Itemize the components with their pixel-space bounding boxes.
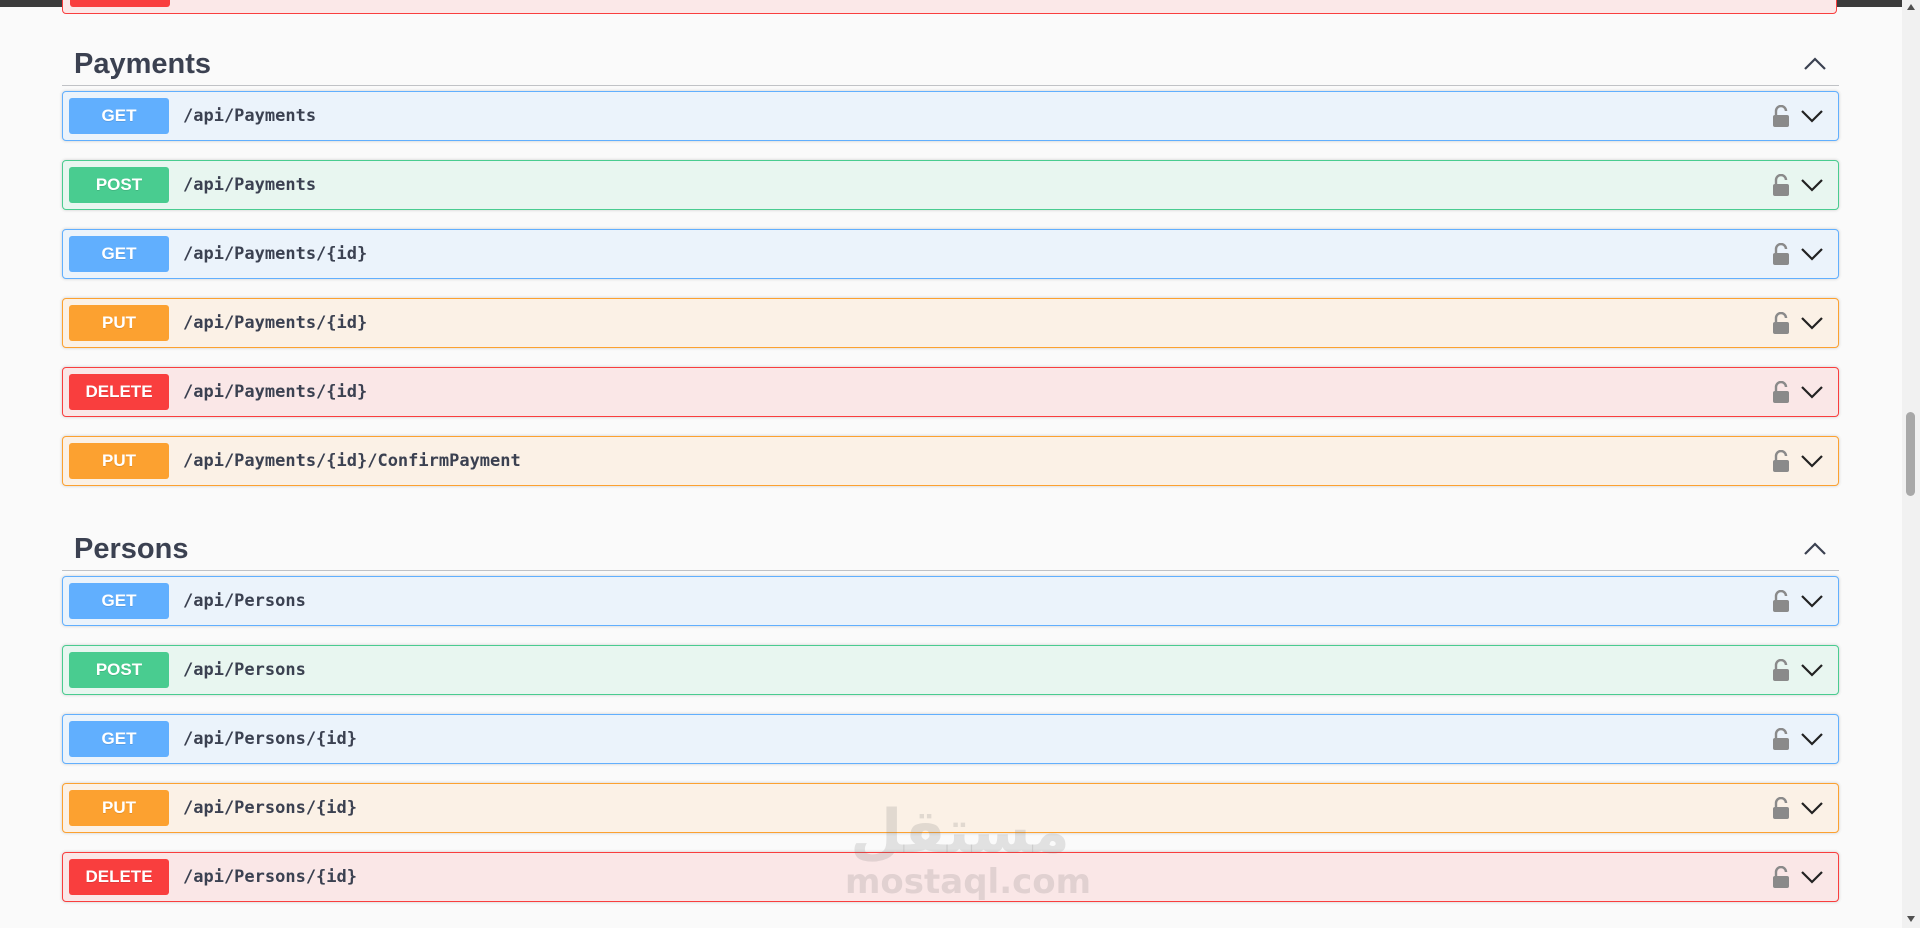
chevron-down-icon[interactable] bbox=[1800, 732, 1824, 746]
operation-path: /api/Persons bbox=[183, 660, 306, 680]
operation-path: /api/Persons/{id} bbox=[183, 867, 357, 887]
section-persons: Persons GET /api/Persons POST /api/Perso… bbox=[62, 528, 1839, 921]
lock-icon[interactable] bbox=[1772, 866, 1790, 888]
section-header-persons[interactable]: Persons bbox=[62, 528, 1839, 571]
section-payments: Payments GET /api/Payments POST /api/Pay… bbox=[62, 43, 1839, 505]
vertical-scrollbar[interactable] bbox=[1902, 0, 1920, 928]
previous-delete-badge-edge bbox=[70, 0, 170, 7]
lock-icon[interactable] bbox=[1772, 312, 1790, 334]
chevron-down-icon[interactable] bbox=[1800, 594, 1824, 608]
operation-row[interactable]: POST /api/Persons bbox=[62, 645, 1839, 695]
operation-row[interactable]: PUT /api/Payments/{id} bbox=[62, 298, 1839, 348]
lock-icon[interactable] bbox=[1772, 450, 1790, 472]
operation-path: /api/Payments bbox=[183, 106, 317, 126]
method-badge: GET bbox=[69, 98, 169, 134]
scroll-up-arrow-icon[interactable] bbox=[1906, 2, 1916, 12]
method-badge: DELETE bbox=[69, 374, 169, 410]
method-badge: DELETE bbox=[69, 859, 169, 895]
operation-row[interactable]: GET /api/Persons bbox=[62, 576, 1839, 626]
method-badge: GET bbox=[69, 721, 169, 757]
chevron-down-icon[interactable] bbox=[1800, 247, 1824, 261]
operation-path: /api/Payments/{id} bbox=[183, 382, 368, 402]
operation-row[interactable]: PUT /api/Payments/{id}/ConfirmPayment bbox=[62, 436, 1839, 486]
section-header-payments[interactable]: Payments bbox=[62, 43, 1839, 86]
lock-icon[interactable] bbox=[1772, 105, 1790, 127]
method-badge: GET bbox=[69, 583, 169, 619]
operation-path: /api/Persons/{id} bbox=[183, 729, 357, 749]
method-badge: PUT bbox=[69, 305, 169, 341]
method-badge: PUT bbox=[69, 790, 169, 826]
operation-path: /api/Payments/{id}/ConfirmPayment bbox=[183, 451, 521, 471]
chevron-down-icon[interactable] bbox=[1800, 316, 1824, 330]
operation-row[interactable]: PUT /api/Persons/{id} bbox=[62, 783, 1839, 833]
operation-path: /api/Payments bbox=[183, 175, 317, 195]
operation-path: /api/Payments/{id} bbox=[183, 313, 368, 333]
chevron-down-icon[interactable] bbox=[1800, 385, 1824, 399]
chevron-down-icon[interactable] bbox=[1800, 870, 1824, 884]
section-title: Persons bbox=[74, 532, 189, 565]
operation-row[interactable]: DELETE /api/Persons/{id} bbox=[62, 852, 1839, 902]
lock-icon[interactable] bbox=[1772, 659, 1790, 681]
section-title: Payments bbox=[74, 47, 212, 80]
chevron-down-icon[interactable] bbox=[1800, 178, 1824, 192]
method-badge: POST bbox=[69, 167, 169, 203]
chevron-down-icon[interactable] bbox=[1800, 801, 1824, 815]
lock-icon[interactable] bbox=[1772, 728, 1790, 750]
operation-row[interactable]: POST /api/Payments bbox=[62, 160, 1839, 210]
operation-row[interactable]: GET /api/Payments/{id} bbox=[62, 229, 1839, 279]
method-badge: POST bbox=[69, 652, 169, 688]
lock-icon[interactable] bbox=[1772, 174, 1790, 196]
chevron-down-icon[interactable] bbox=[1800, 109, 1824, 123]
scrollbar-thumb[interactable] bbox=[1906, 412, 1915, 496]
chevron-up-icon[interactable] bbox=[1803, 537, 1827, 561]
previous-operation-edge[interactable] bbox=[62, 0, 1837, 14]
operation-path: /api/Persons/{id} bbox=[183, 798, 357, 818]
scroll-down-arrow-icon[interactable] bbox=[1906, 914, 1916, 924]
chevron-up-icon[interactable] bbox=[1803, 52, 1827, 76]
lock-icon[interactable] bbox=[1772, 243, 1790, 265]
operation-path: /api/Payments/{id} bbox=[183, 244, 368, 264]
operation-row[interactable]: GET /api/Persons/{id} bbox=[62, 714, 1839, 764]
operation-path: /api/Persons bbox=[183, 591, 306, 611]
method-badge: PUT bbox=[69, 443, 169, 479]
lock-icon[interactable] bbox=[1772, 797, 1790, 819]
operation-row[interactable]: DELETE /api/Payments/{id} bbox=[62, 367, 1839, 417]
chevron-down-icon[interactable] bbox=[1800, 454, 1824, 468]
operation-row[interactable]: GET /api/Payments bbox=[62, 91, 1839, 141]
lock-icon[interactable] bbox=[1772, 381, 1790, 403]
chevron-down-icon[interactable] bbox=[1800, 663, 1824, 677]
lock-icon[interactable] bbox=[1772, 590, 1790, 612]
method-badge: GET bbox=[69, 236, 169, 272]
